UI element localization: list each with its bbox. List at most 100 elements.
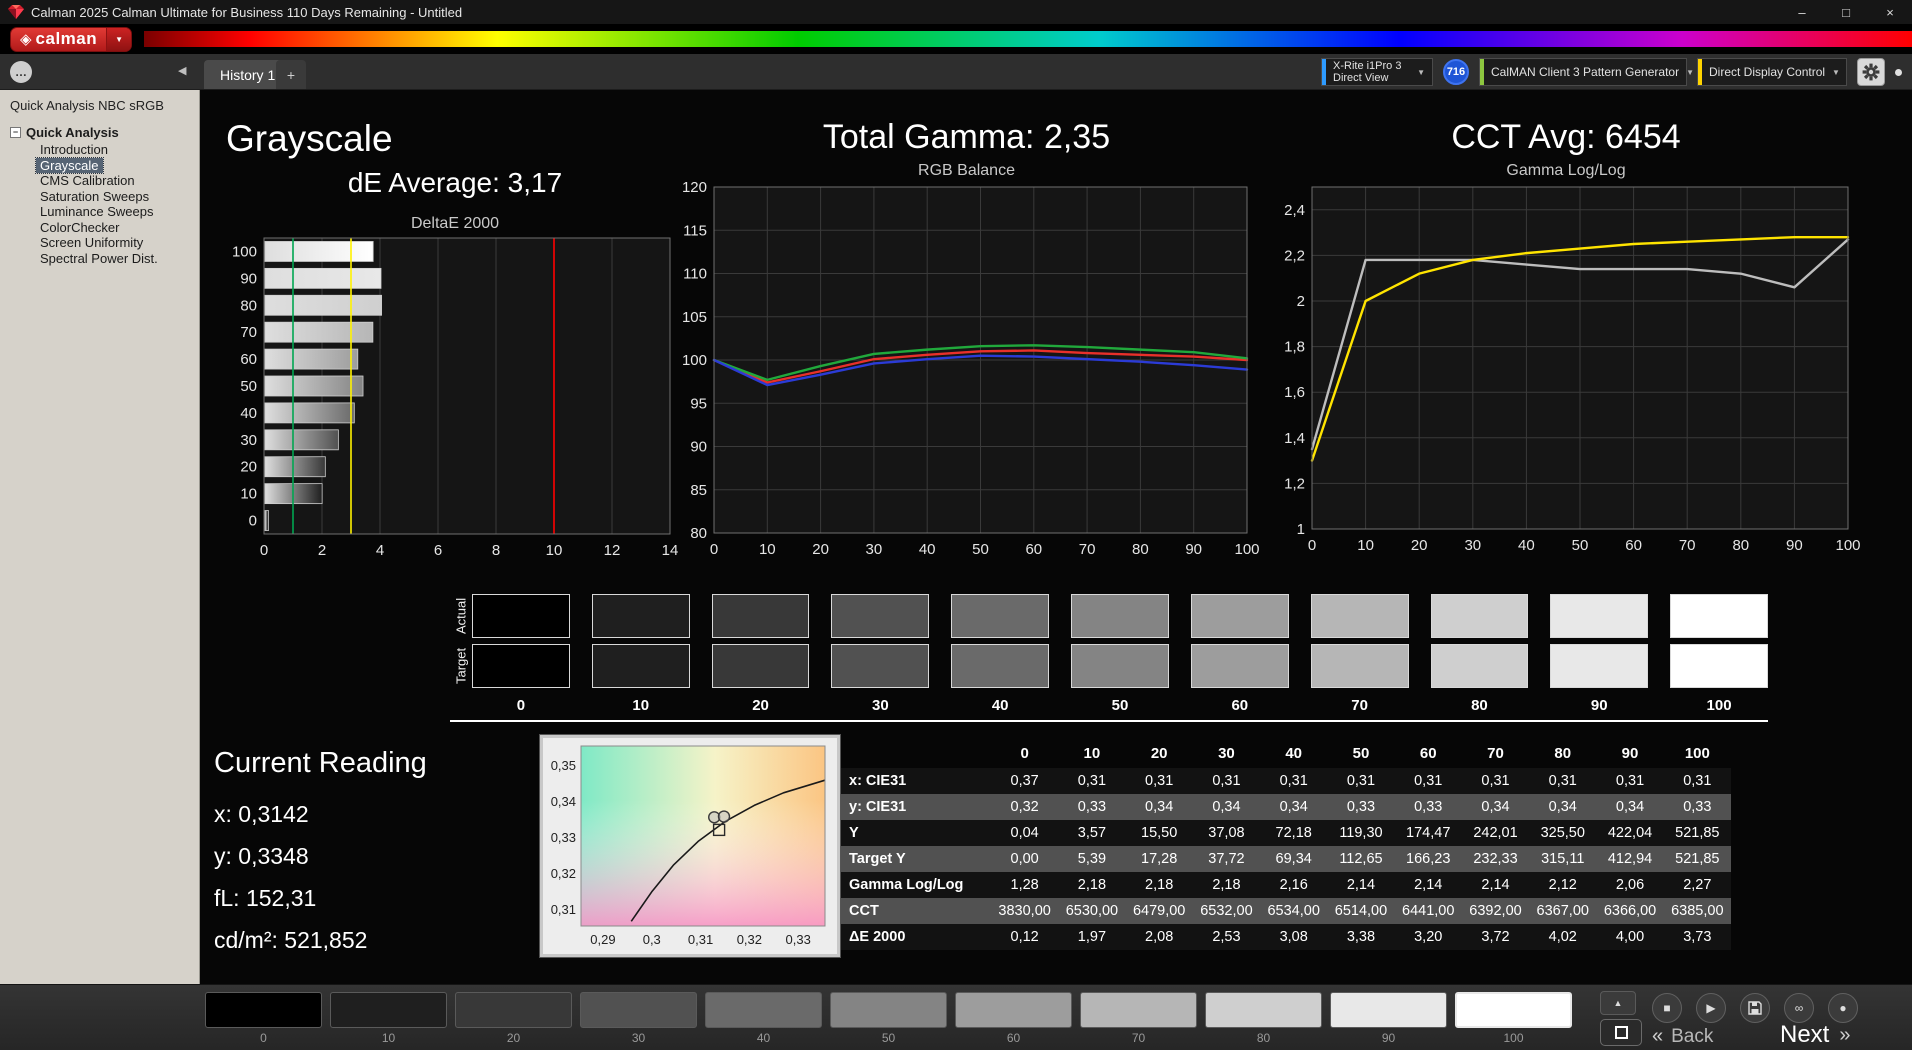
sidebar-item-introduction[interactable]: Introduction	[36, 142, 112, 158]
sidebar-item-screen-uniformity[interactable]: Screen Uniformity	[36, 235, 147, 251]
table-cell: 37,08	[1208, 825, 1245, 841]
patch-button-90[interactable]: 90	[1330, 992, 1447, 1045]
sidebar-item-spectral-power-dist-[interactable]: Spectral Power Dist.	[36, 251, 162, 267]
svg-text:60: 60	[240, 351, 257, 368]
table-row-4: Gamma Log/Log 1,28 2,18 2,18 2,18 2,16 2,14 2,1…	[841, 872, 1731, 898]
table-cell: 3,72	[1481, 929, 1510, 945]
table-cell: 2,27	[1683, 877, 1712, 893]
next-button[interactable]: Next »	[1780, 1021, 1850, 1049]
table-cell: 1,28	[1010, 877, 1039, 893]
table-cell: 0,31	[1279, 773, 1308, 789]
patch-button-10[interactable]: 10	[330, 992, 447, 1045]
play-icon: ▶	[1706, 1001, 1716, 1015]
sidebar-root-quick-analysis[interactable]: − Quick Analysis	[6, 123, 193, 142]
back-button[interactable]: « Back	[1652, 1025, 1713, 1048]
table-cell: 0,31	[1212, 773, 1241, 789]
table-cell: 2,53	[1212, 929, 1241, 945]
sidebar-item-grayscale[interactable]: Grayscale	[35, 156, 104, 174]
calman-menu-button[interactable]: ◈ calman ▼	[10, 26, 133, 52]
sidebar-item-luminance-sweeps[interactable]: Luminance Sweeps	[36, 204, 157, 220]
continuous-measure-button[interactable]: ∞	[1784, 993, 1814, 1023]
table-cell: 2,14	[1481, 877, 1510, 893]
actual-swatch-70	[1310, 594, 1409, 638]
actual-swatch-30	[831, 594, 930, 638]
cct-avg-heading: CCT Avg: 6454	[1451, 118, 1681, 156]
gear-icon	[1862, 63, 1880, 81]
patch-button-100[interactable]: 100	[1455, 992, 1572, 1045]
save-disk-icon	[1748, 1001, 1762, 1015]
table-cell: 0,33	[1683, 799, 1712, 815]
add-tab-button[interactable]: +	[276, 60, 306, 89]
target-row-label: Target	[453, 647, 469, 685]
patch-scroll-up-button[interactable]: ▲	[1600, 991, 1636, 1015]
svg-text:12: 12	[604, 542, 621, 559]
strip-level-20: 20	[752, 697, 769, 714]
meter-dropdown[interactable]: X-Rite i1Pro 3 Direct View ▼	[1321, 58, 1433, 86]
table-row-6: ΔE 2000 0,12 1,97 2,08 2,53 3,08 3,38 3,20 3,72 4…	[841, 924, 1731, 950]
quick-access-button[interactable]: …	[10, 61, 32, 83]
actual-swatch-0	[472, 594, 570, 638]
table-cell: 315,11	[1541, 851, 1585, 867]
save-button[interactable]	[1740, 993, 1770, 1023]
table-cell: 17,28	[1141, 851, 1178, 867]
patch-button-30[interactable]: 30	[580, 992, 697, 1045]
svg-text:70: 70	[1679, 537, 1696, 554]
table-cell: 412,94	[1607, 851, 1653, 867]
table-cell: 3,38	[1346, 929, 1376, 945]
table-row-3: Target Y 0,00 5,39 17,28 37,72 69,34 112,65 166…	[841, 846, 1731, 872]
actual-swatch-60	[1190, 594, 1289, 638]
play-button[interactable]: ▶	[1696, 993, 1726, 1023]
close-button[interactable]: ×	[1868, 0, 1912, 24]
tree-collapse-icon[interactable]: −	[10, 127, 21, 138]
display-control-dropdown[interactable]: Direct Display Control ▼	[1697, 58, 1847, 86]
svg-text:30: 30	[866, 541, 883, 558]
stop-button[interactable]: ■	[1652, 993, 1682, 1023]
patch-button-20[interactable]: 20	[455, 992, 572, 1045]
sidebar-item-saturation-sweeps[interactable]: Saturation Sweeps	[36, 189, 153, 205]
meter-certification-badge[interactable]: 716	[1443, 59, 1469, 85]
pattern-generator-label: CalMAN Client 3 Pattern Generator	[1491, 65, 1680, 79]
sidebar-item-colorchecker[interactable]: ColorChecker	[36, 220, 123, 236]
svg-text:20: 20	[812, 541, 829, 558]
gamma-panel: CCT Avg: 6454 Gamma Log/Log 0 10 20 30 40 50 6…	[1270, 116, 1862, 566]
patch-button-70[interactable]: 70	[1080, 992, 1197, 1045]
patch-button-0[interactable]: 0	[205, 992, 322, 1045]
table-cell: 325,50	[1540, 825, 1585, 841]
table-cell: 2,18	[1145, 877, 1174, 893]
table-cell: 69,34	[1275, 851, 1312, 867]
minimize-button[interactable]: –	[1780, 0, 1824, 24]
record-button[interactable]: ●	[1828, 993, 1858, 1023]
patch-button-40[interactable]: 40	[705, 992, 822, 1045]
patch-swatch-100	[1455, 992, 1572, 1028]
patch-button-80[interactable]: 80	[1205, 992, 1322, 1045]
table-col-20: 20	[1150, 744, 1168, 762]
actual-swatch-80	[1430, 594, 1529, 638]
strip-level-80: 80	[1471, 697, 1488, 714]
grayscale-swatch-strip: Actual Target 0 10 20 30 40 50 60 70 80 90 100	[450, 594, 1768, 722]
overflow-dot-icon[interactable]	[1895, 68, 1902, 76]
settings-gear-button[interactable]	[1857, 58, 1885, 86]
patch-label-90: 90	[1381, 1031, 1396, 1045]
svg-text:10: 10	[240, 486, 257, 503]
patch-button-60[interactable]: 60	[955, 992, 1072, 1045]
patch-label-40: 40	[756, 1031, 771, 1045]
patch-button-50[interactable]: 50	[830, 992, 947, 1045]
restore-button[interactable]: □	[1824, 0, 1868, 24]
collapse-sidebar-icon[interactable]: ◀	[178, 64, 186, 77]
pattern-window-toggle-button[interactable]	[1600, 1019, 1642, 1046]
sidebar-item-cms-calibration[interactable]: CMS Calibration	[36, 173, 139, 189]
patch-swatch-20	[455, 992, 572, 1028]
patch-label-10: 10	[381, 1031, 396, 1045]
target-swatch-30	[831, 644, 930, 688]
svg-text:80: 80	[240, 297, 257, 314]
svg-text:20: 20	[240, 459, 257, 476]
up-icon: ▲	[1613, 998, 1623, 1008]
stop-icon: ■	[1663, 1001, 1671, 1015]
table-cell: 0,37	[1010, 773, 1039, 789]
target-swatch-100	[1670, 644, 1768, 688]
svg-text:10: 10	[1357, 537, 1374, 554]
pattern-generator-dropdown[interactable]: CalMAN Client 3 Pattern Generator ▼	[1479, 58, 1694, 86]
current-reading-panel: Current Reading x: 0,3142 y: 0,3348 fL: …	[214, 735, 514, 961]
table-col-50: 50	[1352, 744, 1370, 762]
deltae-2000-chart: 0 2 4 6 8 10 12 141009080706050403020100	[232, 237, 678, 559]
